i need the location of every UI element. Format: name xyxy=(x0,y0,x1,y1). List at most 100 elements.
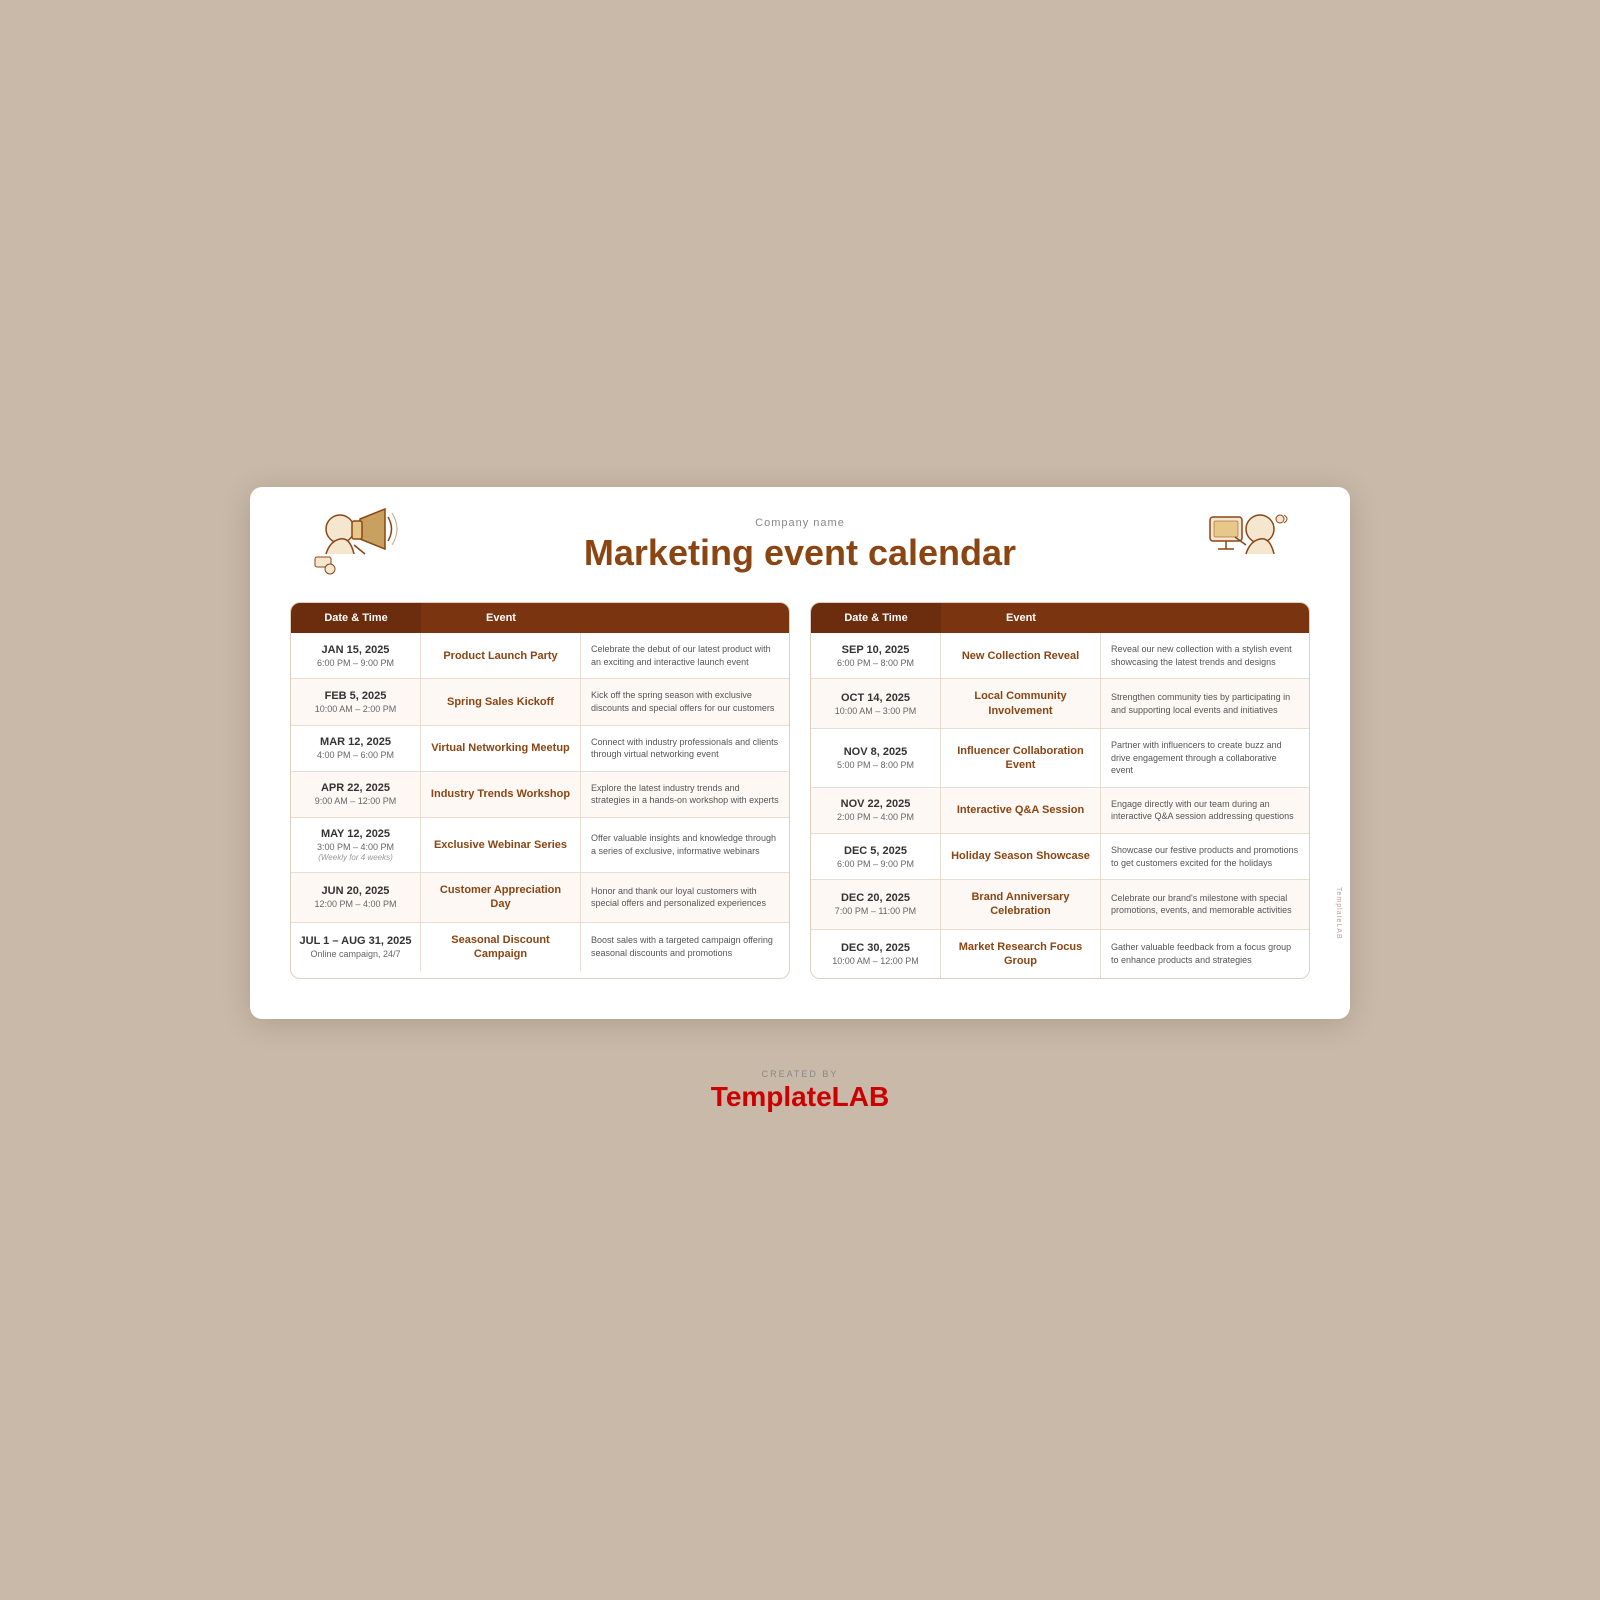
right-table: Date & Time Event SEP 10, 2025 6:00 PM –… xyxy=(810,602,1310,979)
cell-date: JAN 15, 2025 6:00 PM – 9:00 PM xyxy=(291,633,421,678)
cell-date: DEC 5, 2025 6:00 PM – 9:00 PM xyxy=(811,834,941,879)
cell-date: MAR 12, 2025 4:00 PM – 6:00 PM xyxy=(291,726,421,771)
cell-date: NOV 8, 2025 5:00 PM – 8:00 PM xyxy=(811,729,941,787)
left-col3-header xyxy=(581,603,789,633)
brand-name: TemplateLAB xyxy=(711,1081,889,1113)
table-row: SEP 10, 2025 6:00 PM – 8:00 PM New Colle… xyxy=(811,633,1309,678)
date-time: 6:00 PM – 9:00 PM xyxy=(317,658,394,668)
cell-desc: Kick off the spring season with exclusiv… xyxy=(581,679,789,724)
cell-event: Customer Appreciation Day xyxy=(421,873,581,922)
cell-desc: Explore the latest industry trends and s… xyxy=(581,772,789,817)
cell-date: NOV 22, 2025 2:00 PM – 4:00 PM xyxy=(811,788,941,833)
date-main: OCT 14, 2025 xyxy=(841,692,910,704)
date-time: 3:00 PM – 4:00 PM xyxy=(317,842,394,852)
date-main: APR 22, 2025 xyxy=(321,782,390,794)
cell-event: Holiday Season Showcase xyxy=(941,834,1101,879)
event-desc: Engage directly with our team during an … xyxy=(1111,798,1299,823)
cell-event: New Collection Reveal xyxy=(941,633,1101,678)
date-time: 12:00 PM – 4:00 PM xyxy=(314,899,396,909)
event-desc: Gather valuable feedback from a focus gr… xyxy=(1111,941,1299,966)
header-icon-right xyxy=(1190,499,1300,589)
table-row: APR 22, 2025 9:00 AM – 12:00 PM Industry… xyxy=(291,771,789,817)
date-main: DEC 5, 2025 xyxy=(844,845,907,857)
cell-event: Product Launch Party xyxy=(421,633,581,678)
date-time: 4:00 PM – 6:00 PM xyxy=(317,750,394,760)
event-desc: Connect with industry professionals and … xyxy=(591,736,779,761)
cell-desc: Connect with industry professionals and … xyxy=(581,726,789,771)
created-by-label: CREATED BY xyxy=(711,1069,889,1079)
cell-date: OCT 14, 2025 10:00 AM – 3:00 PM xyxy=(811,679,941,728)
event-name: Local Community Involvement xyxy=(949,689,1092,718)
header-icon-left xyxy=(300,499,410,589)
right-col1-header: Date & Time xyxy=(811,603,941,633)
cell-date: APR 22, 2025 9:00 AM – 12:00 PM xyxy=(291,772,421,817)
right-col2-header: Event xyxy=(941,603,1101,633)
left-col2-header: Event xyxy=(421,603,581,633)
left-rows: JAN 15, 2025 6:00 PM – 9:00 PM Product L… xyxy=(291,633,789,971)
cell-event: Market Research Focus Group xyxy=(941,930,1101,979)
cell-desc: Strengthen community ties by participati… xyxy=(1101,679,1309,728)
watermark: TemplateLAB xyxy=(1335,887,1342,940)
date-main: DEC 30, 2025 xyxy=(841,942,910,954)
cell-desc: Offer valuable insights and knowledge th… xyxy=(581,818,789,872)
cell-event: Interactive Q&A Session xyxy=(941,788,1101,833)
calendar-title: Marketing event calendar xyxy=(290,533,1310,573)
date-time: 9:00 AM – 12:00 PM xyxy=(315,796,397,806)
cell-desc: Partner with influencers to create buzz … xyxy=(1101,729,1309,787)
event-name: Seasonal Discount Campaign xyxy=(429,933,572,962)
event-name: Customer Appreciation Day xyxy=(429,883,572,912)
cell-event: Local Community Involvement xyxy=(941,679,1101,728)
right-table-header: Date & Time Event xyxy=(811,603,1309,633)
event-name: Spring Sales Kickoff xyxy=(447,695,554,709)
date-time: 5:00 PM – 8:00 PM xyxy=(837,760,914,770)
calendar-page: Company name Marketing event calendar xyxy=(250,487,1350,1020)
template-text: Template xyxy=(711,1081,832,1112)
left-table-header: Date & Time Event xyxy=(291,603,789,633)
event-desc: Celebrate the debut of our latest produc… xyxy=(591,643,779,668)
event-desc: Celebrate our brand's milestone with spe… xyxy=(1111,892,1299,917)
left-table: Date & Time Event JAN 15, 2025 6:00 PM –… xyxy=(290,602,790,979)
cell-date: JUL 1 – AUG 31, 2025 Online campaign, 24… xyxy=(291,923,421,972)
table-row: DEC 5, 2025 6:00 PM – 9:00 PM Holiday Se… xyxy=(811,833,1309,879)
cell-desc: Engage directly with our team during an … xyxy=(1101,788,1309,833)
event-desc: Boost sales with a targeted campaign off… xyxy=(591,934,779,959)
event-desc: Partner with influencers to create buzz … xyxy=(1111,739,1299,777)
main-grid: Date & Time Event JAN 15, 2025 6:00 PM –… xyxy=(290,602,1310,979)
table-row: NOV 22, 2025 2:00 PM – 4:00 PM Interacti… xyxy=(811,787,1309,833)
cell-date: DEC 30, 2025 10:00 AM – 12:00 PM xyxy=(811,930,941,979)
left-col1-header: Date & Time xyxy=(291,603,421,633)
date-note: (Weekly for 4 weeks) xyxy=(318,853,393,862)
event-name: Influencer Collaboration Event xyxy=(949,744,1092,773)
header-text: Company name Marketing event calendar xyxy=(290,517,1310,573)
cell-desc: Honor and thank our loyal customers with… xyxy=(581,873,789,922)
event-name: Virtual Networking Meetup xyxy=(431,741,570,755)
date-main: JUN 20, 2025 xyxy=(322,885,390,897)
cell-event: Brand Anniversary Celebration xyxy=(941,880,1101,929)
date-main: DEC 20, 2025 xyxy=(841,892,910,904)
event-name: Exclusive Webinar Series xyxy=(434,838,567,852)
table-row: DEC 20, 2025 7:00 PM – 11:00 PM Brand An… xyxy=(811,879,1309,929)
table-row: JUL 1 – AUG 31, 2025 Online campaign, 24… xyxy=(291,922,789,972)
cell-event: Influencer Collaboration Event xyxy=(941,729,1101,787)
cell-desc: Celebrate our brand's milestone with spe… xyxy=(1101,880,1309,929)
cell-event: Exclusive Webinar Series xyxy=(421,818,581,872)
event-desc: Strengthen community ties by participati… xyxy=(1111,691,1299,716)
date-time: 6:00 PM – 9:00 PM xyxy=(837,859,914,869)
cell-event: Industry Trends Workshop xyxy=(421,772,581,817)
event-desc: Explore the latest industry trends and s… xyxy=(591,782,779,807)
date-time: Online campaign, 24/7 xyxy=(310,949,400,959)
cell-date: FEB 5, 2025 10:00 AM – 2:00 PM xyxy=(291,679,421,724)
table-row: MAR 12, 2025 4:00 PM – 6:00 PM Virtual N… xyxy=(291,725,789,771)
table-row: FEB 5, 2025 10:00 AM – 2:00 PM Spring Sa… xyxy=(291,678,789,724)
header: Company name Marketing event calendar xyxy=(290,517,1310,573)
date-time: 2:00 PM – 4:00 PM xyxy=(837,812,914,822)
event-name: Product Launch Party xyxy=(443,649,557,663)
date-time: 10:00 AM – 3:00 PM xyxy=(835,706,917,716)
event-name: Industry Trends Workshop xyxy=(431,787,570,801)
date-main: JUL 1 – AUG 31, 2025 xyxy=(300,935,412,947)
date-main: FEB 5, 2025 xyxy=(325,690,387,702)
event-desc: Offer valuable insights and knowledge th… xyxy=(591,832,779,857)
date-time: 7:00 PM – 11:00 PM xyxy=(835,906,916,916)
date-main: NOV 8, 2025 xyxy=(844,746,908,758)
date-main: MAY 12, 2025 xyxy=(321,828,390,840)
